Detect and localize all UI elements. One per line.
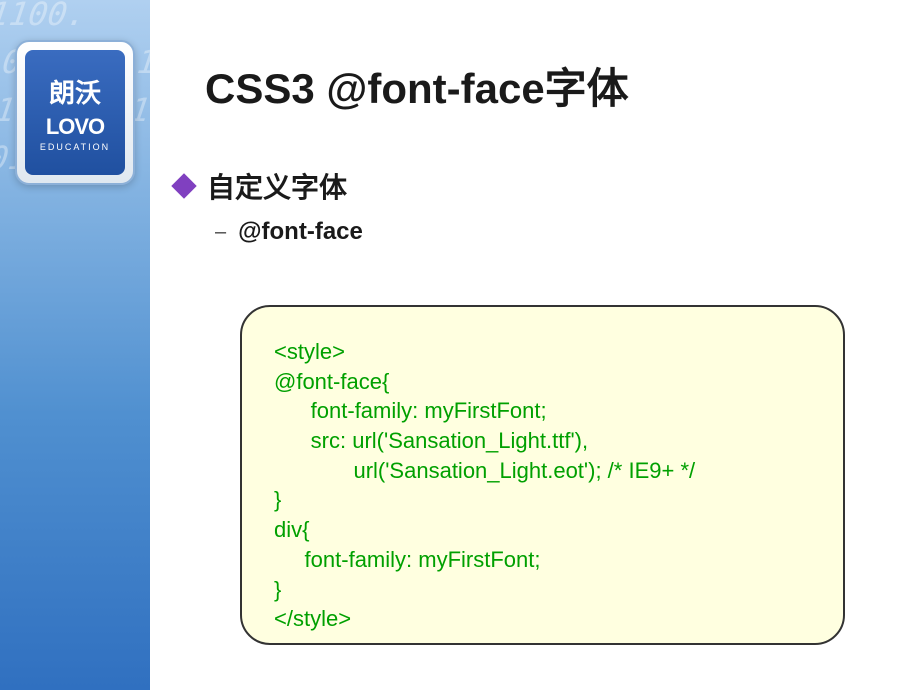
- code-line-10: </style>: [274, 606, 351, 631]
- logo-container: 朗沃 LOVO EDUCATION: [15, 40, 135, 185]
- logo-english: LOVO: [46, 114, 104, 140]
- logo-subtitle: EDUCATION: [40, 142, 110, 152]
- code-line-6: }: [274, 487, 281, 512]
- code-example-box: <style> @font-face{ font-family: myFirst…: [240, 305, 845, 645]
- diamond-bullet-icon: [171, 173, 196, 198]
- code-line-4: src: url('Sansation_Light.ttf'),: [274, 428, 588, 453]
- code-content: <style> @font-face{ font-family: myFirst…: [274, 337, 811, 634]
- bullet-text-1: 自定义字体: [207, 166, 347, 206]
- logo-inner: 朗沃 LOVO EDUCATION: [25, 50, 125, 175]
- bullet-item-1: 自定义字体: [175, 166, 905, 206]
- code-line-1: <style>: [274, 339, 345, 364]
- logo-chinese: 朗沃: [49, 73, 101, 110]
- left-sidebar-decoration: 1100. 10000 011 110 00101 1011 001 朗沃 LO…: [0, 0, 150, 690]
- code-line-3: font-family: myFirstFont;: [274, 398, 547, 423]
- code-line-9: }: [274, 577, 281, 602]
- sub-bullet-item-1: – @font-face: [215, 218, 905, 246]
- sub-bullet-text-1: @font-face: [238, 218, 363, 246]
- code-line-7: div{: [274, 517, 309, 542]
- dash-icon: –: [215, 221, 226, 244]
- page-title: CSS3 @font-face字体: [205, 55, 905, 116]
- code-line-5: url('Sansation_Light.eot'); /* IE9+ */: [274, 458, 695, 483]
- code-line-8: font-family: myFirstFont;: [274, 547, 540, 572]
- code-line-2: @font-face{: [274, 369, 389, 394]
